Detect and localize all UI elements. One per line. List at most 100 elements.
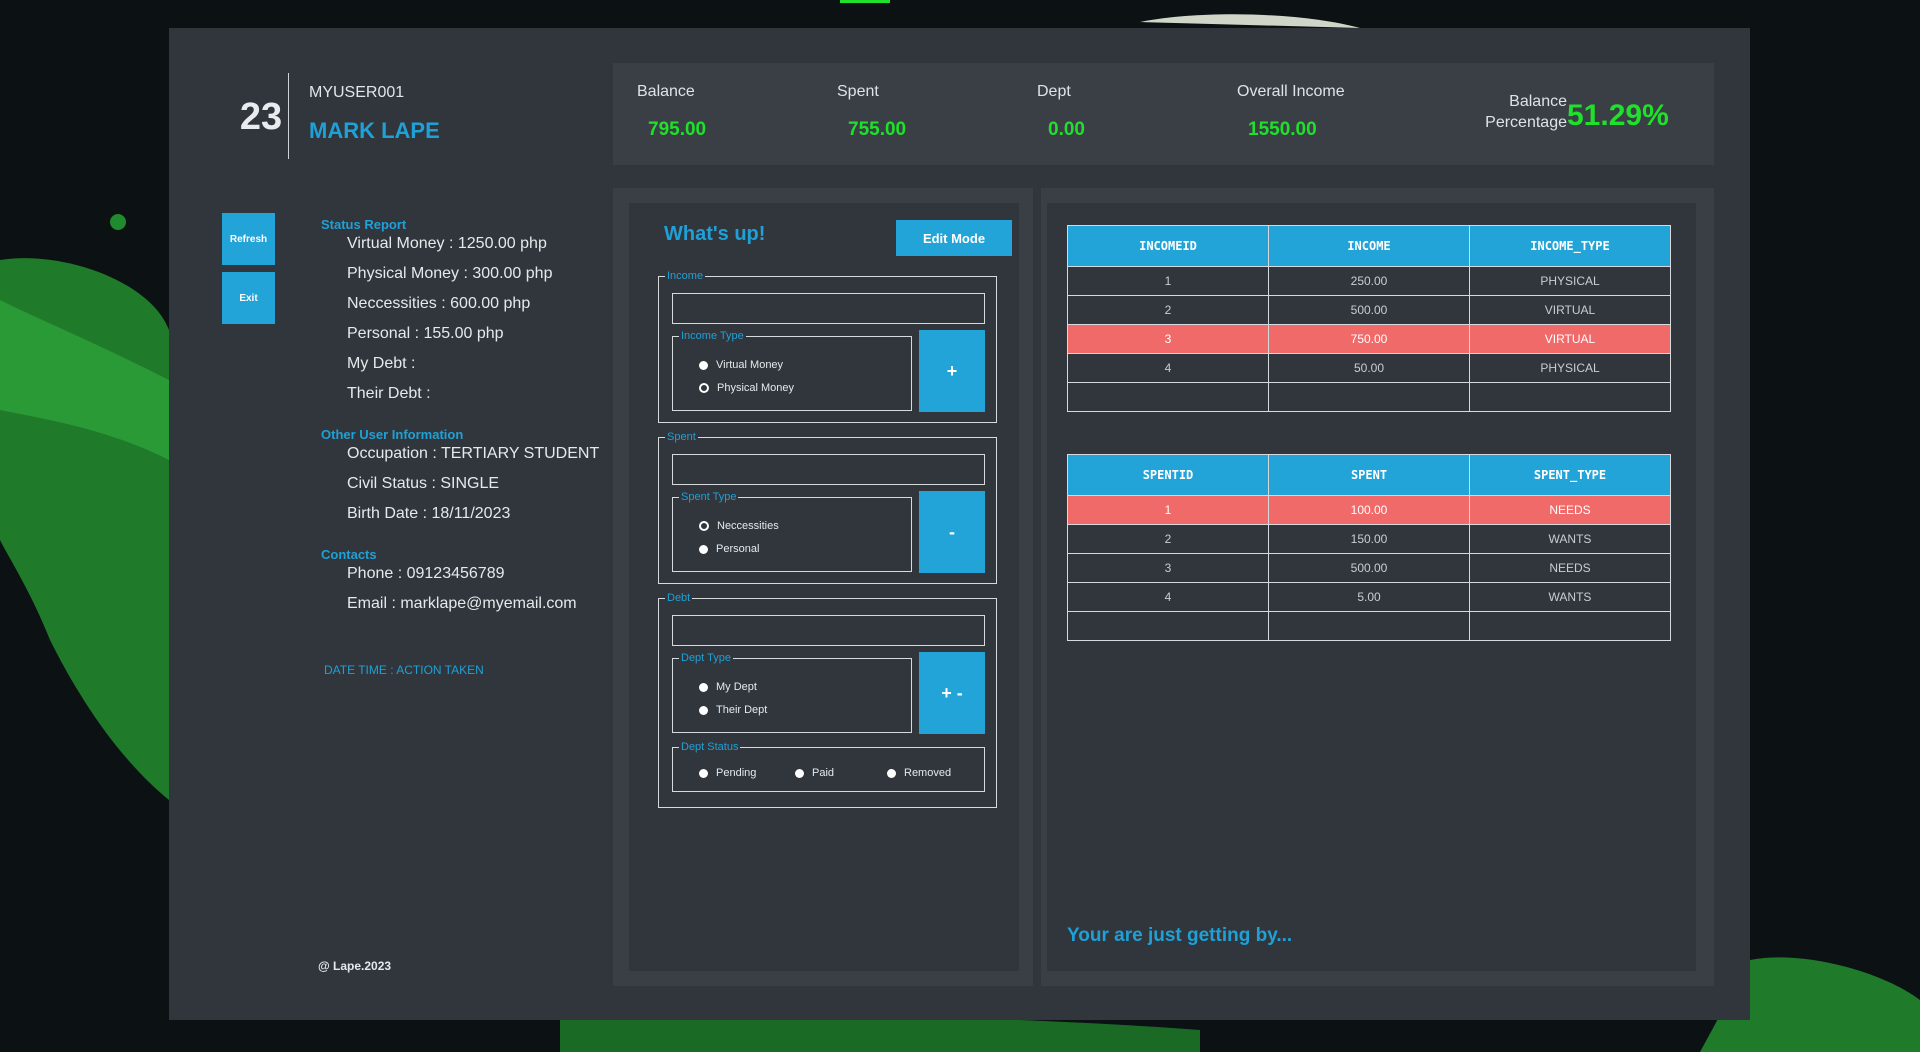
column-header[interactable]: INCOMEID xyxy=(1067,225,1269,267)
spent-table[interactable]: SPENTID SPENT SPENT_TYPE 1 100.00 NEEDS 2 15… xyxy=(1067,454,1671,641)
radio-neccessities-dot xyxy=(699,521,709,531)
spent-table-row[interactable] xyxy=(1067,611,1671,641)
main-window: 23 MYUSER001 MARK LAPE Balance 795.00 Sp… xyxy=(169,28,1750,1020)
income-table-cell[interactable]: 3 xyxy=(1067,324,1269,354)
form-panel-inner: What's up! Edit Mode Income Income Type … xyxy=(629,203,1019,971)
radio-their-dept[interactable]: Their Dept xyxy=(699,704,767,716)
radio-neccessities[interactable]: Neccessities xyxy=(699,520,779,532)
income-table-cell[interactable]: 750.00 xyxy=(1268,324,1470,354)
radio-removed-label: Removed xyxy=(904,767,952,779)
dept-type-group: Dept Type My Dept Their Dept xyxy=(672,651,912,733)
radio-my-dept[interactable]: My Dept xyxy=(699,681,757,693)
column-header[interactable]: SPENTID xyxy=(1067,454,1269,496)
income-table-cell[interactable] xyxy=(1067,382,1269,412)
column-header[interactable]: INCOME xyxy=(1268,225,1470,267)
spent-table-cell[interactable]: 5.00 xyxy=(1268,582,1470,612)
income-table-row[interactable]: 1 250.00 PHYSICAL xyxy=(1067,266,1671,296)
spent-table-header: SPENTID SPENT SPENT_TYPE xyxy=(1067,454,1671,496)
spent-table-row[interactable]: 2 150.00 WANTS xyxy=(1067,524,1671,554)
spent-group: Spent Spent Type Neccessities Personal - xyxy=(658,430,997,584)
radio-removed[interactable]: Removed xyxy=(887,767,951,779)
debt-input[interactable] xyxy=(672,615,985,646)
dept-status-group: Dept Status Pending Paid Removed xyxy=(672,740,985,792)
income-table-row[interactable]: 2 500.00 VIRTUAL xyxy=(1067,295,1671,325)
spent-table-cell[interactable] xyxy=(1469,611,1671,641)
radio-their-dept-label: Their Dept xyxy=(716,704,768,716)
income-table[interactable]: INCOMEID INCOME INCOME_TYPE 1 250.00 PHYSI… xyxy=(1067,225,1671,412)
income-table-cell[interactable]: VIRTUAL xyxy=(1469,324,1671,354)
civil-status-line: Civil Status : SINGLE xyxy=(347,475,500,492)
spent-table-cell[interactable]: WANTS xyxy=(1469,582,1671,612)
spent-table-cell[interactable]: 2 xyxy=(1067,524,1269,554)
add-spent-button[interactable]: - xyxy=(919,491,985,573)
balance-value: 795.00 xyxy=(648,119,707,140)
spent-type-group: Spent Type Neccessities Personal xyxy=(672,490,912,572)
column-header[interactable]: SPENT_TYPE xyxy=(1469,454,1671,496)
debt-legend: Debt xyxy=(665,591,693,605)
footer-credit: @ Lape.2023 xyxy=(318,959,392,973)
edit-mode-button[interactable]: Edit Mode xyxy=(896,220,1012,256)
status-line-my-debt: My Debt : xyxy=(347,355,416,372)
column-header[interactable]: SPENT xyxy=(1268,454,1470,496)
income-table-cell[interactable]: 1 xyxy=(1067,266,1269,296)
income-table-cell[interactable] xyxy=(1469,382,1671,412)
spent-table-row[interactable]: 3 500.00 NEEDS xyxy=(1067,553,1671,583)
spent-table-cell[interactable]: NEEDS xyxy=(1469,495,1671,525)
radio-personal[interactable]: Personal xyxy=(699,543,759,555)
spent-table-cell[interactable]: 3 xyxy=(1067,553,1269,583)
radio-my-dept-label: My Dept xyxy=(716,681,757,693)
spent-table-cell[interactable]: 4 xyxy=(1067,582,1269,612)
radio-pending[interactable]: Pending xyxy=(699,767,756,779)
spent-table-cell[interactable]: 1 xyxy=(1067,495,1269,525)
income-table-cell[interactable]: 50.00 xyxy=(1268,353,1470,383)
income-table-cell[interactable]: PHYSICAL xyxy=(1469,266,1671,296)
income-table-cell[interactable]: 2 xyxy=(1067,295,1269,325)
debt-group: Debt Dept Type My Dept Their Dept + - De… xyxy=(658,591,997,808)
status-line-their-debt: Their Debt : xyxy=(347,385,431,402)
tables-panel-inner: INCOMEID INCOME INCOME_TYPE 1 250.00 PHYSI… xyxy=(1047,203,1696,971)
spent-type-legend: Spent Type xyxy=(679,490,739,504)
spent-table-cell[interactable] xyxy=(1067,611,1269,641)
spent-table-cell[interactable]: 100.00 xyxy=(1268,495,1470,525)
user-id: MYUSER001 xyxy=(309,84,405,101)
add-debt-button[interactable]: + - xyxy=(919,652,985,734)
spent-label: Spent xyxy=(837,83,879,100)
spent-table-cell[interactable]: NEEDS xyxy=(1469,553,1671,583)
spent-value: 755.00 xyxy=(848,119,907,140)
other-info-heading: Other User Information xyxy=(321,427,464,442)
income-table-row[interactable]: 4 50.00 PHYSICAL xyxy=(1067,353,1671,383)
column-header[interactable]: INCOME_TYPE xyxy=(1469,225,1671,267)
radio-personal-label: Personal xyxy=(716,543,760,555)
income-table-cell[interactable]: 4 xyxy=(1067,353,1269,383)
email-line: Email : marklape@myemail.com xyxy=(347,595,577,612)
spent-table-row[interactable]: 1 100.00 NEEDS xyxy=(1067,495,1671,525)
overall-income-value: 1550.00 xyxy=(1248,119,1317,140)
exit-button[interactable]: Exit xyxy=(222,272,275,324)
spent-table-row[interactable]: 4 5.00 WANTS xyxy=(1067,582,1671,612)
spent-table-cell[interactable] xyxy=(1268,611,1470,641)
income-table-cell[interactable]: 250.00 xyxy=(1268,266,1470,296)
form-title: What's up! xyxy=(664,223,766,245)
radio-paid-label: Paid xyxy=(812,767,835,779)
radio-physical-money[interactable]: Physical Money xyxy=(699,382,794,394)
spent-legend: Spent xyxy=(665,430,698,444)
income-table-cell[interactable]: 500.00 xyxy=(1268,295,1470,325)
income-table-cell[interactable] xyxy=(1268,382,1470,412)
income-table-cell[interactable]: VIRTUAL xyxy=(1469,295,1671,325)
radio-virtual-money[interactable]: Virtual Money xyxy=(699,359,783,371)
spent-input[interactable] xyxy=(672,454,985,485)
add-income-button[interactable]: + xyxy=(919,330,985,412)
refresh-button[interactable]: Refresh xyxy=(222,213,275,265)
spent-table-cell[interactable]: WANTS xyxy=(1469,524,1671,554)
radio-paid[interactable]: Paid xyxy=(795,767,834,779)
income-table-row[interactable] xyxy=(1067,382,1671,412)
radio-physical-money-label: Physical Money xyxy=(717,382,795,394)
radio-pending-dot xyxy=(699,768,708,778)
radio-personal-dot xyxy=(699,544,708,554)
income-input[interactable] xyxy=(672,293,985,324)
income-table-row[interactable]: 3 750.00 VIRTUAL xyxy=(1067,324,1671,354)
spent-table-cell[interactable]: 500.00 xyxy=(1268,553,1470,583)
income-table-cell[interactable]: PHYSICAL xyxy=(1469,353,1671,383)
spent-table-cell[interactable]: 150.00 xyxy=(1268,524,1470,554)
status-line-virtual: Virtual Money : 1250.00 php xyxy=(347,235,547,252)
